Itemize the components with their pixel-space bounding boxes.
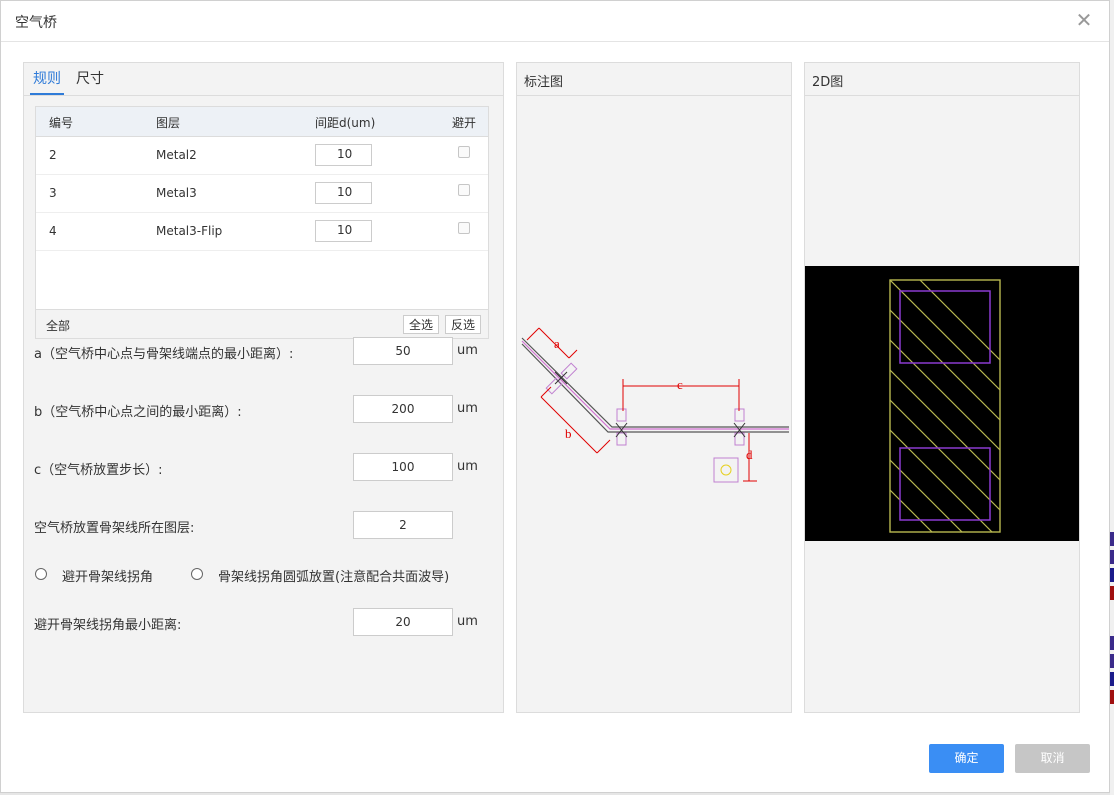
- corner-distance-input[interactable]: 20: [353, 608, 453, 636]
- air-bridge-dialog: 空气桥 ✕ 规则 尺寸 编号 图层 间距d(um) 避开 2 Metal2 10…: [0, 0, 1110, 793]
- tab-rules[interactable]: 规则: [30, 69, 64, 95]
- canvas-background: [805, 266, 1079, 541]
- annotation-diagram: a b c d: [521, 327, 789, 483]
- row-layer: Metal3: [156, 186, 197, 200]
- select-all-button[interactable]: 全选: [403, 315, 440, 334]
- spacing-input[interactable]: 10: [315, 220, 372, 242]
- view2d-title: 2D图: [812, 75, 844, 90]
- spacing-input[interactable]: 10: [315, 182, 372, 204]
- view2d-canvas: [805, 266, 1079, 541]
- dialog-title: 空气桥: [15, 15, 57, 31]
- a-distance-input[interactable]: 50: [353, 337, 453, 365]
- b-unit: um: [457, 401, 478, 416]
- avoid-corner-label: 避开骨架线拐角: [62, 570, 154, 585]
- a-distance-label: a（空气桥中心点与骨架线端点的最小距离）:: [34, 347, 294, 362]
- label-b: b: [565, 426, 572, 441]
- row-layer: Metal2: [156, 148, 197, 162]
- annotation-panel: 标注图 a b c d: [516, 62, 792, 713]
- avoid-checkbox[interactable]: [458, 184, 470, 196]
- b-distance-label: b（空气桥中心点之间的最小距离）:: [34, 405, 242, 420]
- skeleton-layer-label: 空气桥放置骨架线所在图层:: [34, 521, 195, 536]
- c-step-label: c（空气桥放置步长）:: [34, 463, 163, 478]
- arc-corner-radio[interactable]: [191, 568, 203, 580]
- label-c: c: [677, 377, 683, 392]
- table-row: 4 Metal3-Flip 10: [36, 212, 488, 251]
- label-d: d: [746, 447, 753, 462]
- bridge-marker: [616, 408, 745, 483]
- corner-distance-label: 避开骨架线拐角最小距离:: [34, 618, 182, 633]
- corner-unit: um: [457, 614, 478, 629]
- column-header-spacing: 间距d(um): [315, 116, 376, 130]
- close-icon[interactable]: ✕: [1073, 9, 1095, 31]
- rules-panel: 规则 尺寸 编号 图层 间距d(um) 避开 2 Metal2 10 3 Met…: [23, 62, 504, 713]
- table-row: 2 Metal2 10: [36, 136, 488, 175]
- background-window-edge: [1110, 0, 1114, 795]
- rules-tab-bar: 规则 尺寸: [24, 63, 503, 96]
- a-unit: um: [457, 343, 478, 358]
- table-header: 编号 图层 间距d(um) 避开: [36, 107, 488, 137]
- avoid-corner-radio[interactable]: [35, 568, 47, 580]
- row-id: 3: [49, 186, 57, 200]
- row-id: 2: [49, 148, 57, 162]
- spacing-input[interactable]: 10: [315, 144, 372, 166]
- column-header-layer: 图层: [156, 116, 181, 130]
- layer-table: 编号 图层 间距d(um) 避开 2 Metal2 10 3 Metal3 10…: [35, 106, 489, 310]
- table-footer: 全部 全选 反选: [35, 310, 489, 339]
- row-id: 4: [49, 224, 57, 238]
- dialog-titlebar: 空气桥 ✕: [1, 1, 1109, 42]
- tab-size[interactable]: 尺寸: [76, 69, 104, 93]
- column-header-id: 编号: [49, 116, 74, 130]
- b-distance-input[interactable]: 200: [353, 395, 453, 423]
- confirm-button[interactable]: 确定: [929, 744, 1004, 773]
- view2d-panel: 2D图: [804, 62, 1080, 713]
- invert-select-button[interactable]: 反选: [445, 315, 482, 334]
- column-header-avoid: 避开: [452, 116, 477, 130]
- cancel-button[interactable]: 取消: [1015, 744, 1090, 773]
- skeleton-layer-input[interactable]: 2: [353, 511, 453, 539]
- annotation-title: 标注图: [524, 75, 564, 90]
- via-circle: [720, 464, 732, 476]
- all-label: 全部: [46, 319, 71, 333]
- c-unit: um: [457, 459, 478, 474]
- label-a: a: [554, 336, 560, 351]
- c-step-input[interactable]: 100: [353, 453, 453, 481]
- table-row: 3 Metal3 10: [36, 174, 488, 213]
- avoid-checkbox[interactable]: [458, 146, 470, 158]
- row-layer: Metal3-Flip: [156, 224, 223, 238]
- arc-corner-label: 骨架线拐角圆弧放置(注意配合共面波导): [218, 570, 450, 585]
- avoid-checkbox[interactable]: [458, 222, 470, 234]
